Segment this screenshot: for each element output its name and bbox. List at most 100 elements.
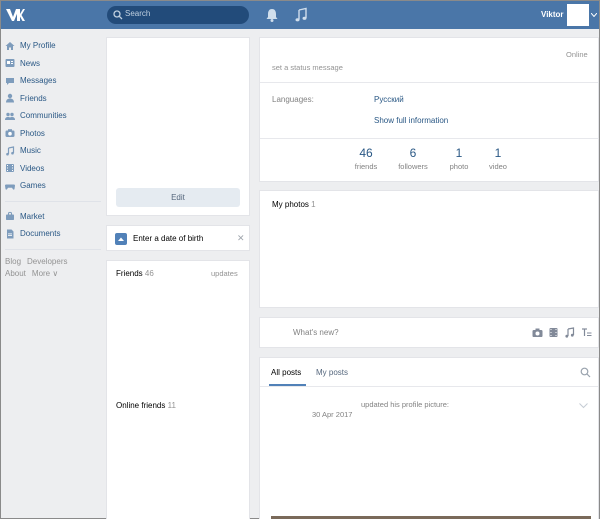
sidebar-footer: Blog Developers About More ∨ xyxy=(1,256,101,280)
sidebar-item-videos[interactable]: Videos xyxy=(1,160,101,178)
post-date[interactable]: 30 Apr 2017 xyxy=(312,410,352,419)
counter-followers[interactable]: 6 followers xyxy=(388,146,438,172)
post-composer-input[interactable]: What's new? xyxy=(293,328,339,337)
photos-title-label: My photos xyxy=(272,200,309,209)
sidebar-item-label: Photos xyxy=(20,128,45,138)
music-icon xyxy=(6,146,15,156)
gamepad-icon xyxy=(5,184,15,190)
sidebar-item-my-profile[interactable]: My Profile xyxy=(1,37,101,55)
sidebar: My Profile News Messages Friends Communi… xyxy=(1,37,101,280)
divider xyxy=(260,386,598,387)
sidebar-item-photos[interactable]: Photos xyxy=(1,125,101,143)
tab-all-posts[interactable]: All posts xyxy=(271,368,301,377)
sidebar-divider xyxy=(5,200,101,202)
sidebar-item-label: Games xyxy=(20,181,46,191)
sidebar-item-label: Market xyxy=(20,211,45,221)
profile-photo-card: Edit xyxy=(106,37,250,216)
photos-count: 1 xyxy=(311,200,316,209)
calendar-icon xyxy=(115,233,127,245)
status-input[interactable]: set a status message xyxy=(272,63,343,72)
divider xyxy=(260,82,598,83)
document-icon xyxy=(7,229,14,239)
friends-title[interactable]: Friends 46 xyxy=(116,269,154,278)
video-icon[interactable] xyxy=(548,327,559,338)
messages-icon xyxy=(6,77,14,85)
photos-title[interactable]: My photos 1 xyxy=(272,200,316,209)
counter-label: followers xyxy=(398,162,428,171)
sidebar-item-music[interactable]: Music xyxy=(1,142,101,160)
friends-updates-link[interactable]: updates xyxy=(211,269,238,278)
footer-link-about[interactable]: About xyxy=(5,269,26,278)
search-icon xyxy=(113,10,123,20)
sidebar-divider xyxy=(5,248,101,250)
sidebar-item-messages[interactable]: Messages xyxy=(1,72,101,90)
sidebar-item-label: Music xyxy=(20,146,41,156)
sidebar-item-communities[interactable]: Communities xyxy=(1,107,101,125)
camera-icon xyxy=(5,129,15,138)
photos-card: My photos 1 xyxy=(259,190,599,308)
avatar[interactable] xyxy=(567,4,589,26)
online-friends-count: 11 xyxy=(167,401,176,410)
friends-title-label: Friends xyxy=(116,269,143,278)
languages-value[interactable]: Русский xyxy=(374,95,404,104)
divider xyxy=(260,138,598,139)
sidebar-item-label: Communities xyxy=(20,111,67,121)
counter-number: 1 xyxy=(494,146,502,160)
sidebar-item-label: Documents xyxy=(20,229,61,239)
birthdate-prompt-card[interactable]: Enter a date of birth ✕ xyxy=(106,225,250,251)
post-composer[interactable]: What's new? xyxy=(259,317,599,348)
search-placeholder: Search xyxy=(125,9,151,18)
languages-label: Languages: xyxy=(272,95,314,104)
sidebar-item-label: Messages xyxy=(20,76,57,86)
news-icon xyxy=(5,59,15,68)
music-icon[interactable] xyxy=(294,7,308,23)
counter-label: video xyxy=(489,162,507,171)
chevron-down-icon[interactable] xyxy=(591,13,597,17)
sidebar-item-label: News xyxy=(20,58,41,68)
sidebar-item-label: Videos xyxy=(20,163,45,173)
sidebar-item-market[interactable]: Market xyxy=(1,208,101,226)
vk-logo-icon[interactable] xyxy=(5,7,25,23)
edit-button[interactable]: Edit xyxy=(116,188,240,207)
camera-icon[interactable] xyxy=(532,327,543,338)
birthdate-prompt-text: Enter a date of birth xyxy=(133,234,204,243)
user-name[interactable]: Viktor xyxy=(541,10,564,19)
wall-card: All posts My posts updated his profile p… xyxy=(259,357,599,519)
friend-icon xyxy=(6,94,14,103)
top-bar: Search Viktor xyxy=(1,1,599,29)
home-icon xyxy=(5,41,15,50)
profile-info-card: Online set a status message Languages: Р… xyxy=(259,37,599,182)
footer-link-blog[interactable]: Blog xyxy=(5,257,21,266)
chevron-down-icon[interactable] xyxy=(579,403,588,409)
sidebar-item-news[interactable]: News xyxy=(1,55,101,73)
search-icon[interactable] xyxy=(580,367,591,378)
counter-friends[interactable]: 46 friends xyxy=(341,146,391,172)
music-icon[interactable] xyxy=(564,327,575,338)
search-input[interactable]: Search xyxy=(107,6,249,24)
sidebar-item-label: Friends xyxy=(20,93,47,103)
tab-my-posts[interactable]: My posts xyxy=(316,368,348,377)
counter-number: 6 xyxy=(409,146,417,160)
market-icon xyxy=(6,212,14,221)
post-action-text: updated his profile picture: xyxy=(361,400,449,409)
text-settings-icon[interactable] xyxy=(581,327,592,338)
counter-number: 46 xyxy=(359,146,373,160)
footer-link-more[interactable]: More ∨ xyxy=(32,269,58,278)
sidebar-item-label: My Profile xyxy=(20,41,56,51)
counter-video[interactable]: 1 video xyxy=(473,146,523,172)
online-friends-title[interactable]: Online friends 11 xyxy=(116,401,176,410)
video-icon xyxy=(6,164,14,173)
close-icon[interactable]: ✕ xyxy=(237,233,245,244)
online-friends-label: Online friends xyxy=(116,401,166,410)
communities-icon xyxy=(5,112,15,120)
sidebar-item-games[interactable]: Games xyxy=(1,177,101,195)
profile-counters: 46 friends 6 followers 1 photo 1 video xyxy=(260,146,598,182)
bell-icon[interactable] xyxy=(265,7,279,23)
sidebar-item-friends[interactable]: Friends xyxy=(1,90,101,108)
show-full-info-link[interactable]: Show full information xyxy=(374,116,448,125)
sidebar-item-documents[interactable]: Documents xyxy=(1,225,101,243)
footer-link-developers[interactable]: Developers xyxy=(27,257,67,266)
counter-label: friends xyxy=(354,162,378,171)
friends-count: 46 xyxy=(144,269,154,278)
friends-card: Friends 46 updates Online friends 11 xyxy=(106,260,250,519)
